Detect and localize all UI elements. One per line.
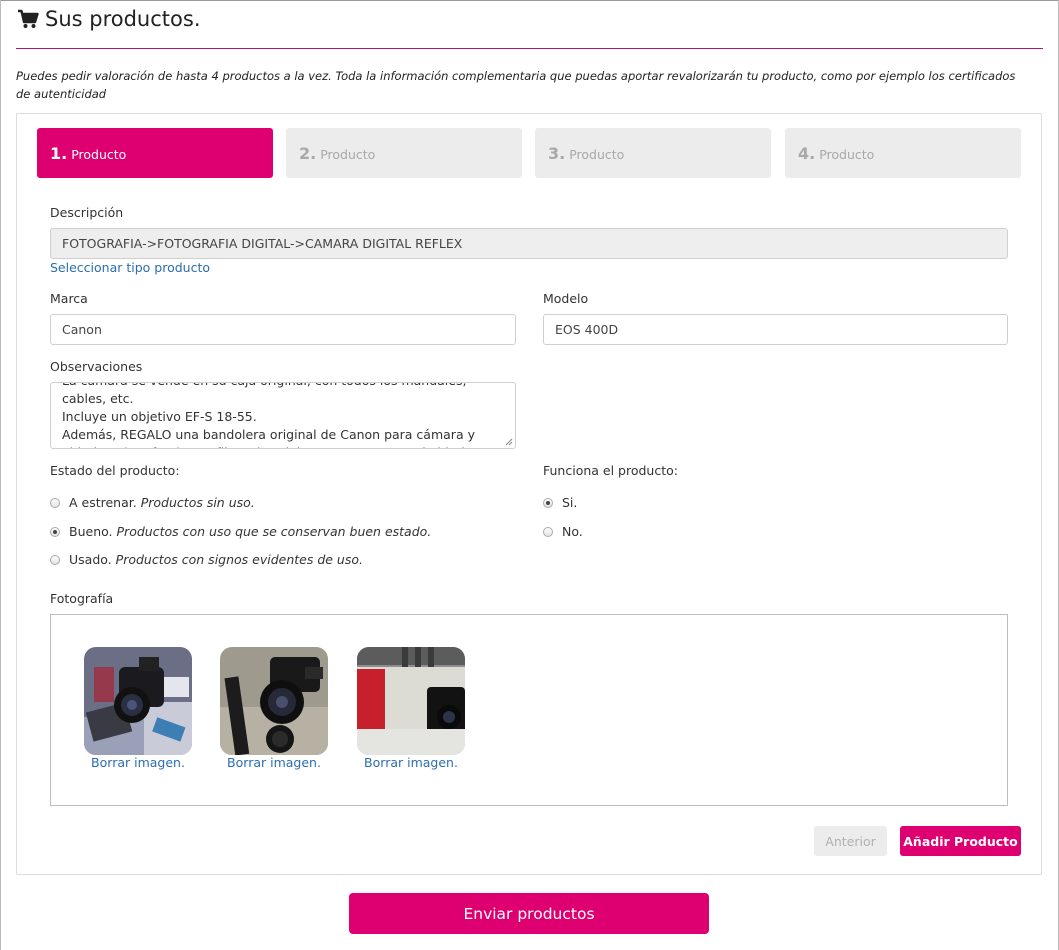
option-description: Productos con uso que se conservan buen … bbox=[116, 524, 432, 539]
estado-option-bueno[interactable]: Bueno. Productos con uso que se conserva… bbox=[50, 524, 431, 539]
photo-upload-area[interactable] bbox=[50, 614, 1008, 806]
shopping-cart-icon bbox=[18, 9, 39, 28]
previous-button[interactable]: Anterior bbox=[814, 826, 887, 856]
step-number: 1. bbox=[50, 143, 68, 163]
estado-option-a-estrenar[interactable]: A estrenar. Productos sin uso. bbox=[50, 495, 255, 510]
radio-button[interactable] bbox=[50, 554, 60, 565]
product-photo-2 bbox=[220, 647, 328, 755]
step-label: Producto bbox=[819, 147, 875, 162]
modelo-label: Modelo bbox=[543, 291, 589, 306]
option-label: A estrenar. bbox=[69, 495, 137, 510]
step-tab-3[interactable]: 3. Producto bbox=[535, 128, 771, 178]
funciona-option-no[interactable]: No. bbox=[543, 524, 583, 539]
radio-button[interactable] bbox=[50, 526, 60, 537]
estado-label: Estado del producto: bbox=[50, 463, 180, 478]
send-products-button[interactable]: Enviar productos bbox=[349, 893, 709, 934]
descripcion-field[interactable]: FOTOGRAFIA->FOTOGRAFIA DIGITAL->CAMARA D… bbox=[50, 228, 1008, 259]
radio-button[interactable] bbox=[543, 526, 553, 537]
funciona-option-si[interactable]: Si. bbox=[543, 495, 577, 510]
observaciones-text: La cámara se vende en su caja original, … bbox=[62, 383, 484, 448]
step-tab-1[interactable]: 1. Producto bbox=[37, 128, 273, 178]
step-label: Producto bbox=[320, 147, 376, 162]
option-description: Productos con signos evidentes de uso. bbox=[115, 552, 363, 567]
intro-text: Puedes pedir valoración de hasta 4 produ… bbox=[16, 69, 1016, 101]
marca-field[interactable]: Canon bbox=[50, 314, 516, 345]
delete-image-link-3[interactable]: Borrar imagen. bbox=[357, 755, 465, 770]
step-label: Producto bbox=[71, 147, 127, 162]
option-label: Bueno. bbox=[69, 524, 113, 539]
step-number: 3. bbox=[548, 143, 566, 163]
step-number: 4. bbox=[798, 143, 816, 163]
top-border bbox=[0, 0, 1059, 1]
page-title-text: Sus productos. bbox=[45, 7, 201, 31]
title-divider bbox=[16, 48, 1043, 49]
step-number: 2. bbox=[299, 143, 317, 163]
observaciones-textarea[interactable]: La cámara se vende en su caja original, … bbox=[50, 382, 516, 449]
add-product-button[interactable]: Añadir Producto bbox=[900, 826, 1021, 856]
fotografia-label: Fotografía bbox=[50, 591, 114, 606]
option-description: Productos sin uso. bbox=[140, 495, 255, 510]
step-tab-4[interactable]: 4. Producto bbox=[785, 128, 1021, 178]
product-photo-1 bbox=[84, 647, 192, 755]
delete-image-link-1[interactable]: Borrar imagen. bbox=[84, 755, 192, 770]
radio-button[interactable] bbox=[50, 497, 60, 508]
option-label: No. bbox=[562, 524, 583, 539]
marca-label: Marca bbox=[50, 291, 88, 306]
delete-image-link-2[interactable]: Borrar imagen. bbox=[220, 755, 328, 770]
select-product-type-link[interactable]: Seleccionar tipo producto bbox=[50, 260, 210, 275]
descripcion-label: Descripción bbox=[50, 205, 124, 220]
modelo-field[interactable]: EOS 400D bbox=[543, 314, 1008, 345]
step-tab-2[interactable]: 2. Producto bbox=[286, 128, 522, 178]
page-title: Sus productos. bbox=[17, 5, 201, 33]
option-label: Si. bbox=[562, 495, 578, 510]
step-label: Producto bbox=[569, 147, 625, 162]
option-label: Usado. bbox=[69, 552, 112, 567]
frame-left-border bbox=[0, 0, 1, 950]
observaciones-label: Observaciones bbox=[50, 359, 143, 374]
estado-option-usado[interactable]: Usado. Productos con signos evidentes de… bbox=[50, 552, 363, 567]
resize-grip-icon[interactable] bbox=[505, 438, 513, 446]
product-photo-3 bbox=[357, 647, 465, 755]
radio-button[interactable] bbox=[543, 497, 553, 508]
funciona-label: Funciona el producto: bbox=[543, 463, 678, 478]
